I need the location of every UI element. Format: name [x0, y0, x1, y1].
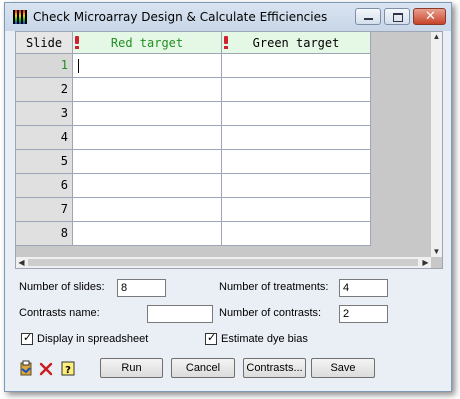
column-header-red-target-label: Red target: [110, 36, 184, 50]
scroll-down-icon[interactable]: ▼: [431, 247, 442, 257]
scroll-up-icon[interactable]: ▲: [431, 32, 442, 42]
required-marker-icon: [224, 36, 228, 49]
red-target-cell[interactable]: [73, 174, 222, 198]
row-header[interactable]: 8: [16, 222, 73, 246]
column-header-red-target[interactable]: Red target: [73, 32, 222, 54]
cancel-button[interactable]: Cancel: [171, 358, 235, 378]
table-row: 2: [16, 78, 371, 102]
horizontal-scrollbar[interactable]: ◀ ▶: [16, 257, 431, 268]
svg-text:?: ?: [65, 365, 71, 376]
help-icon[interactable]: ?: [61, 360, 75, 376]
minimize-button[interactable]: [355, 8, 381, 25]
scrollbar-thumb[interactable]: [28, 259, 418, 266]
num-treatments-label: Number of treatments:: [219, 281, 329, 293]
window-title: Check Microarray Design & Calculate Effi…: [33, 10, 328, 24]
num-slides-field[interactable]: 8: [117, 279, 166, 297]
red-target-cell[interactable]: [73, 222, 222, 246]
table-row: 1: [16, 54, 371, 78]
scroll-left-icon[interactable]: ◀: [16, 257, 27, 268]
contrasts-button[interactable]: Contrasts...: [243, 358, 306, 378]
table-row: 3: [16, 102, 371, 126]
red-target-cell[interactable]: [73, 198, 222, 222]
red-target-cell[interactable]: [73, 102, 222, 126]
row-header[interactable]: 3: [16, 102, 73, 126]
num-slides-label: Number of slides:: [19, 281, 105, 293]
scroll-right-icon[interactable]: ▶: [420, 257, 431, 268]
maximize-icon: [393, 13, 403, 22]
red-target-cell[interactable]: [73, 54, 222, 78]
table-row: 7: [16, 198, 371, 222]
red-target-cell[interactable]: [73, 150, 222, 174]
table-row: 8: [16, 222, 371, 246]
contrasts-name-field[interactable]: [147, 305, 213, 323]
clipboard-icon[interactable]: [19, 360, 33, 376]
close-button[interactable]: ✕: [413, 8, 446, 25]
green-target-cell[interactable]: [222, 126, 371, 150]
checkmark-icon: ✓: [23, 331, 33, 344]
spreadsheet-grid[interactable]: Slide Red target Green target 1 2 3 4 5 …: [15, 31, 443, 269]
row-header[interactable]: 5: [16, 150, 73, 174]
green-target-cell[interactable]: [222, 174, 371, 198]
dialog-window: Check Microarray Design & Calculate Effi…: [4, 2, 452, 392]
column-header-green-target[interactable]: Green target: [222, 32, 371, 54]
green-target-cell[interactable]: [222, 78, 371, 102]
table-row: 6: [16, 174, 371, 198]
green-target-cell[interactable]: [222, 222, 371, 246]
close-icon: ✕: [425, 9, 436, 24]
minimize-icon: [364, 18, 373, 20]
column-header-slide[interactable]: Slide: [16, 32, 73, 54]
row-header[interactable]: 6: [16, 174, 73, 198]
clear-icon[interactable]: [39, 360, 53, 376]
app-icon: [13, 10, 27, 24]
row-header[interactable]: 1: [16, 54, 73, 78]
num-contrasts-label: Number of contrasts:: [219, 307, 322, 319]
contrasts-name-label: Contrasts name:: [19, 307, 100, 319]
table-row: 5: [16, 150, 371, 174]
num-contrasts-field[interactable]: 2: [339, 305, 388, 323]
vertical-scrollbar[interactable]: ▲ ▼: [431, 32, 442, 257]
red-target-cell[interactable]: [73, 78, 222, 102]
green-target-cell[interactable]: [222, 54, 371, 78]
red-target-cell[interactable]: [73, 126, 222, 150]
num-treatments-field[interactable]: 4: [339, 279, 388, 297]
save-button[interactable]: Save: [311, 358, 375, 378]
display-in-spreadsheet-label: Display in spreadsheet: [37, 333, 149, 345]
column-header-green-target-label: Green target: [252, 36, 340, 50]
row-header[interactable]: 4: [16, 126, 73, 150]
run-button[interactable]: Run: [100, 358, 163, 378]
maximize-button[interactable]: [384, 8, 410, 25]
green-target-cell[interactable]: [222, 150, 371, 174]
table-row: 4: [16, 126, 371, 150]
estimate-dye-bias-checkbox[interactable]: ✓: [205, 331, 217, 345]
checkmark-icon: ✓: [207, 331, 217, 344]
estimate-dye-bias-label: Estimate dye bias: [221, 333, 308, 345]
display-in-spreadsheet-checkbox[interactable]: ✓: [21, 331, 33, 345]
green-target-cell[interactable]: [222, 198, 371, 222]
title-bar: Check Microarray Design & Calculate Effi…: [5, 3, 451, 31]
row-header[interactable]: 7: [16, 198, 73, 222]
row-header[interactable]: 2: [16, 78, 73, 102]
required-marker-icon: [75, 36, 79, 49]
green-target-cell[interactable]: [222, 102, 371, 126]
text-caret: [78, 59, 79, 73]
